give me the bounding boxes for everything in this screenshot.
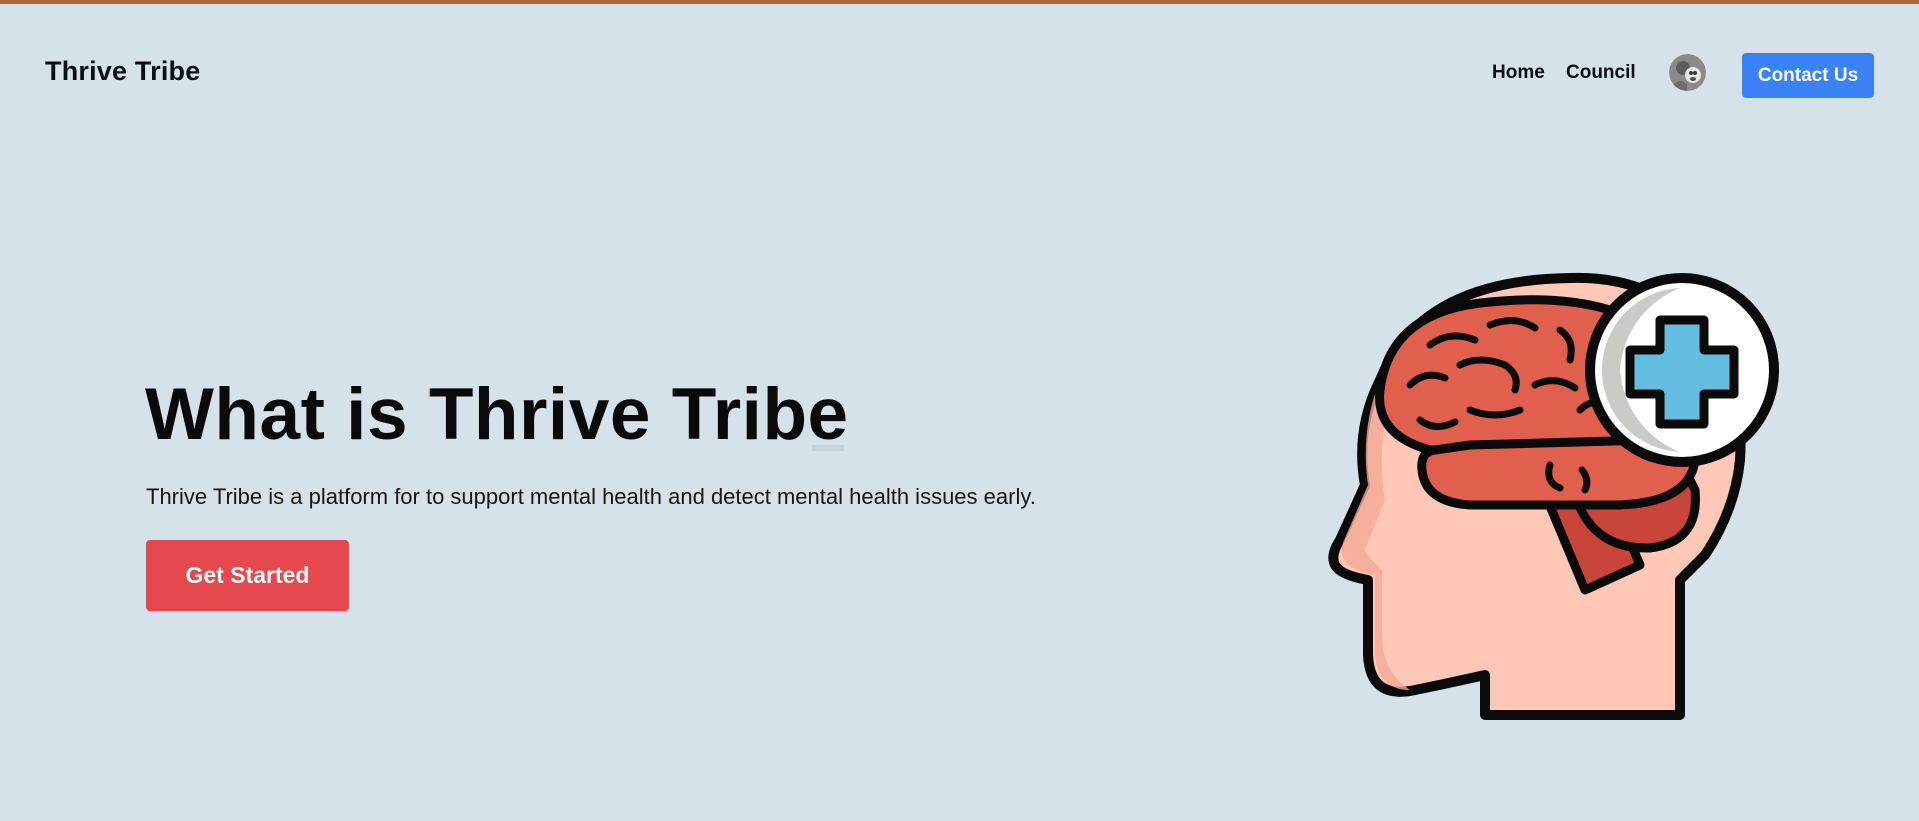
hero-title: What is Thrive Tribe bbox=[145, 374, 849, 455]
navbar: Thrive Tribe Home Council Contact Us bbox=[0, 4, 1919, 138]
nav-link-home[interactable]: Home bbox=[1492, 62, 1545, 84]
head-brain-medical-cross-icon bbox=[1320, 270, 1780, 730]
hero-description: Thrive Tribe is a platform for to suppor… bbox=[146, 484, 1036, 509]
avatar-image bbox=[1669, 54, 1706, 91]
nav-link-council[interactable]: Council bbox=[1566, 62, 1636, 84]
contact-us-button[interactable]: Contact Us bbox=[1742, 53, 1874, 98]
get-started-button[interactable]: Get Started bbox=[146, 540, 349, 611]
user-avatar[interactable] bbox=[1669, 54, 1706, 91]
typing-cursor bbox=[812, 445, 844, 451]
brand-logo-text[interactable]: Thrive Tribe bbox=[45, 56, 200, 87]
